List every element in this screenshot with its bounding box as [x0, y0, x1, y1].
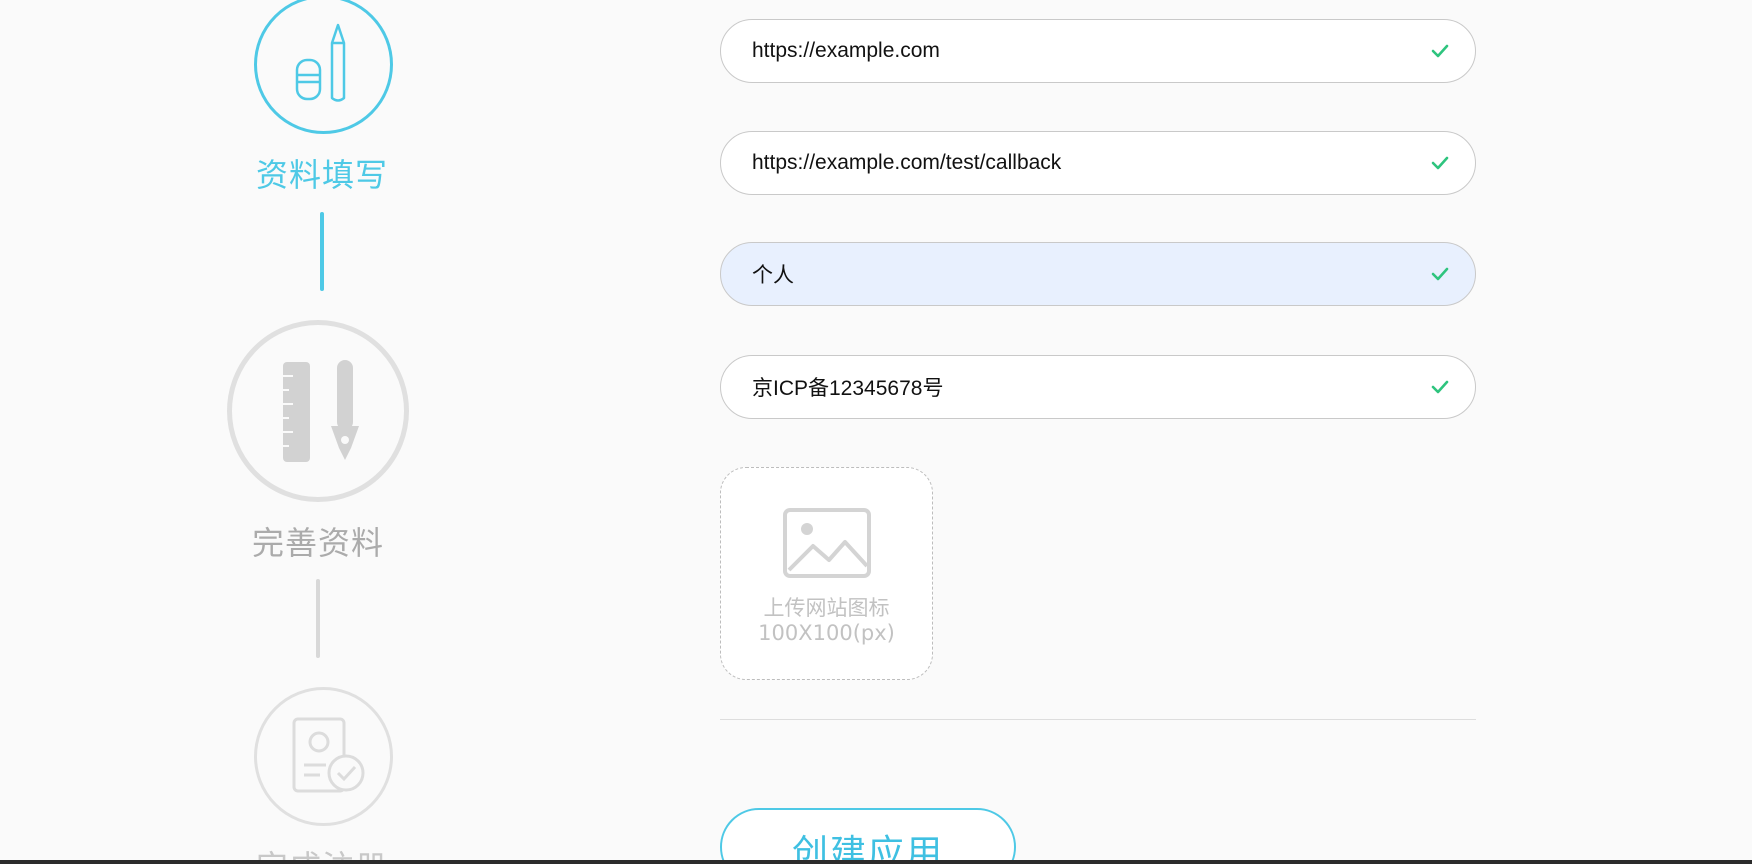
upload-site-icon[interactable]: 上传网站图标 100X100(px)	[720, 467, 933, 680]
website-url-field	[720, 19, 1476, 83]
step-1-label: 资料填写	[255, 156, 388, 194]
step-2-circle	[227, 320, 409, 502]
website-url-input[interactable]	[721, 20, 1411, 82]
check-icon	[1431, 380, 1449, 394]
window-bottom-edge	[0, 860, 1752, 864]
upload-hint-text: 上传网站图标	[763, 596, 890, 620]
step-1-circle	[254, 0, 393, 134]
callback-url-field	[720, 131, 1476, 195]
step-2-label: 完善资料	[251, 524, 384, 562]
step-connector-1	[320, 212, 324, 291]
create-app-button[interactable]: 创建应用	[720, 808, 1016, 864]
image-placeholder-icon	[783, 508, 871, 578]
developer-type-input[interactable]	[721, 243, 1411, 305]
icp-license-input[interactable]	[721, 356, 1411, 418]
upload-size-text: 100X100(px)	[758, 621, 895, 645]
pencil-eraser-icon	[295, 23, 346, 102]
icp-license-field	[720, 355, 1476, 419]
step-connector-2	[316, 579, 320, 658]
check-icon	[1431, 156, 1449, 170]
ruler-pen-icon	[283, 360, 359, 462]
check-icon	[1431, 267, 1449, 281]
callback-url-input[interactable]	[721, 132, 1411, 194]
check-icon	[1431, 44, 1449, 58]
divider	[720, 719, 1476, 720]
step-3-circle	[254, 687, 393, 826]
profile-check-icon	[292, 717, 365, 793]
developer-type-field	[720, 242, 1476, 306]
register-app-page: 资料填写 完善资料 完成注册	[0, 0, 1752, 864]
